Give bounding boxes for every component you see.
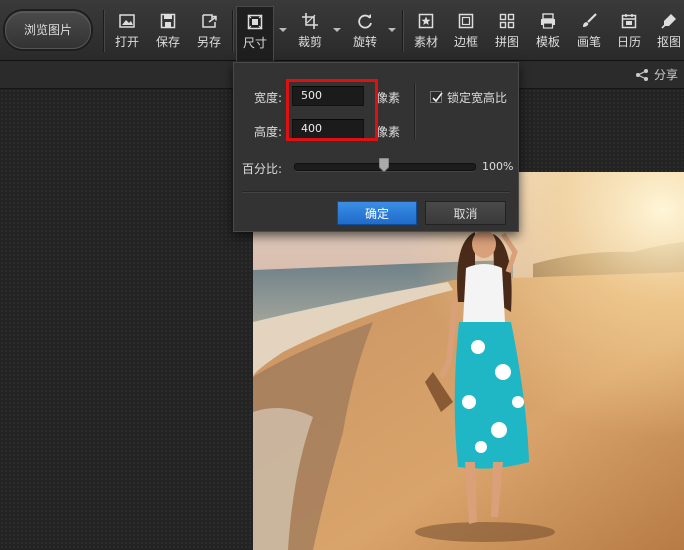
- toolbar-separator: [103, 10, 104, 52]
- toolbar: 浏览图片 打开 保存 另存 尺寸 裁剪 旋转 素材 边框 拼图 模板 画笔 日历…: [0, 0, 684, 61]
- sticker-icon: [418, 13, 434, 29]
- collage-icon: [499, 13, 515, 29]
- brush-icon: [583, 13, 597, 27]
- rotate-label: 旋转: [352, 35, 377, 49]
- save-button[interactable]: 保存: [153, 8, 183, 54]
- width-input[interactable]: [292, 86, 364, 106]
- cutout-label: 抠图: [656, 35, 681, 49]
- percent-value: 100%: [482, 160, 514, 173]
- calendar-icon: [621, 14, 637, 29]
- width-unit-label: 像素: [376, 91, 401, 105]
- check-icon: [432, 92, 443, 103]
- share-label: 分享: [653, 68, 678, 82]
- sticker-button[interactable]: 素材: [411, 8, 441, 54]
- save-label: 保存: [155, 35, 180, 49]
- cancel-button[interactable]: 取消: [425, 201, 506, 225]
- rotate-dropdown-caret[interactable]: [388, 28, 396, 32]
- crop-button[interactable]: 裁剪: [295, 8, 325, 54]
- open-icon: [119, 14, 135, 28]
- percent-slider-thumb[interactable]: [379, 158, 389, 172]
- share-button[interactable]: 分享: [635, 66, 678, 83]
- collage-label: 拼图: [494, 35, 519, 49]
- cutout-button[interactable]: 抠图: [654, 8, 684, 54]
- resize-button[interactable]: 尺寸: [236, 6, 274, 61]
- rotate-icon: [358, 14, 372, 29]
- cutout-icon: [661, 14, 676, 29]
- width-label: 宽度:: [254, 91, 283, 105]
- browse-images-button[interactable]: 浏览图片: [5, 11, 91, 49]
- collage-button[interactable]: 拼图: [492, 8, 522, 54]
- lock-aspect-label: 锁定宽高比: [447, 91, 508, 105]
- resize-dropdown-caret[interactable]: [279, 28, 287, 32]
- calendar-label: 日历: [616, 35, 641, 49]
- resize-label: 尺寸: [242, 36, 267, 50]
- height-label: 高度:: [254, 125, 283, 139]
- template-button[interactable]: 模板: [533, 8, 563, 54]
- ok-button[interactable]: 确定: [337, 201, 417, 225]
- frame-button[interactable]: 边框: [451, 8, 481, 54]
- brush-button[interactable]: 画笔: [574, 8, 604, 54]
- height-unit-label: 像素: [376, 125, 401, 139]
- template-icon: [541, 13, 555, 29]
- dialog-divider: [242, 191, 510, 192]
- resize-icon: [247, 14, 263, 30]
- lock-aspect-checkbox[interactable]: [430, 91, 443, 103]
- frame-label: 边框: [453, 35, 478, 49]
- save-as-label: 另存: [196, 35, 221, 49]
- height-input[interactable]: [292, 119, 364, 139]
- save-as-button[interactable]: 另存: [194, 8, 224, 54]
- frame-icon: [458, 13, 474, 29]
- resize-dialog: 宽度: 像素 高度: 像素 锁定宽高比 百分比: 100% 确定 取消: [233, 62, 519, 232]
- rotate-button[interactable]: 旋转: [350, 8, 380, 54]
- open-label: 打开: [114, 35, 139, 49]
- save-icon: [160, 13, 176, 29]
- crop-icon: [302, 13, 318, 29]
- template-label: 模板: [535, 35, 560, 49]
- toolbar-separator: [232, 10, 233, 52]
- calendar-button[interactable]: 日历: [614, 8, 644, 54]
- percent-label: 百分比:: [242, 162, 283, 176]
- toolbar-separator: [402, 10, 403, 52]
- open-button[interactable]: 打开: [112, 8, 142, 54]
- share-icon: [635, 69, 648, 81]
- brush-label: 画笔: [576, 35, 601, 49]
- dialog-separator: [414, 83, 415, 139]
- crop-label: 裁剪: [297, 35, 322, 49]
- sticker-label: 素材: [413, 35, 438, 49]
- save-as-icon: [202, 14, 217, 28]
- crop-dropdown-caret[interactable]: [333, 28, 341, 32]
